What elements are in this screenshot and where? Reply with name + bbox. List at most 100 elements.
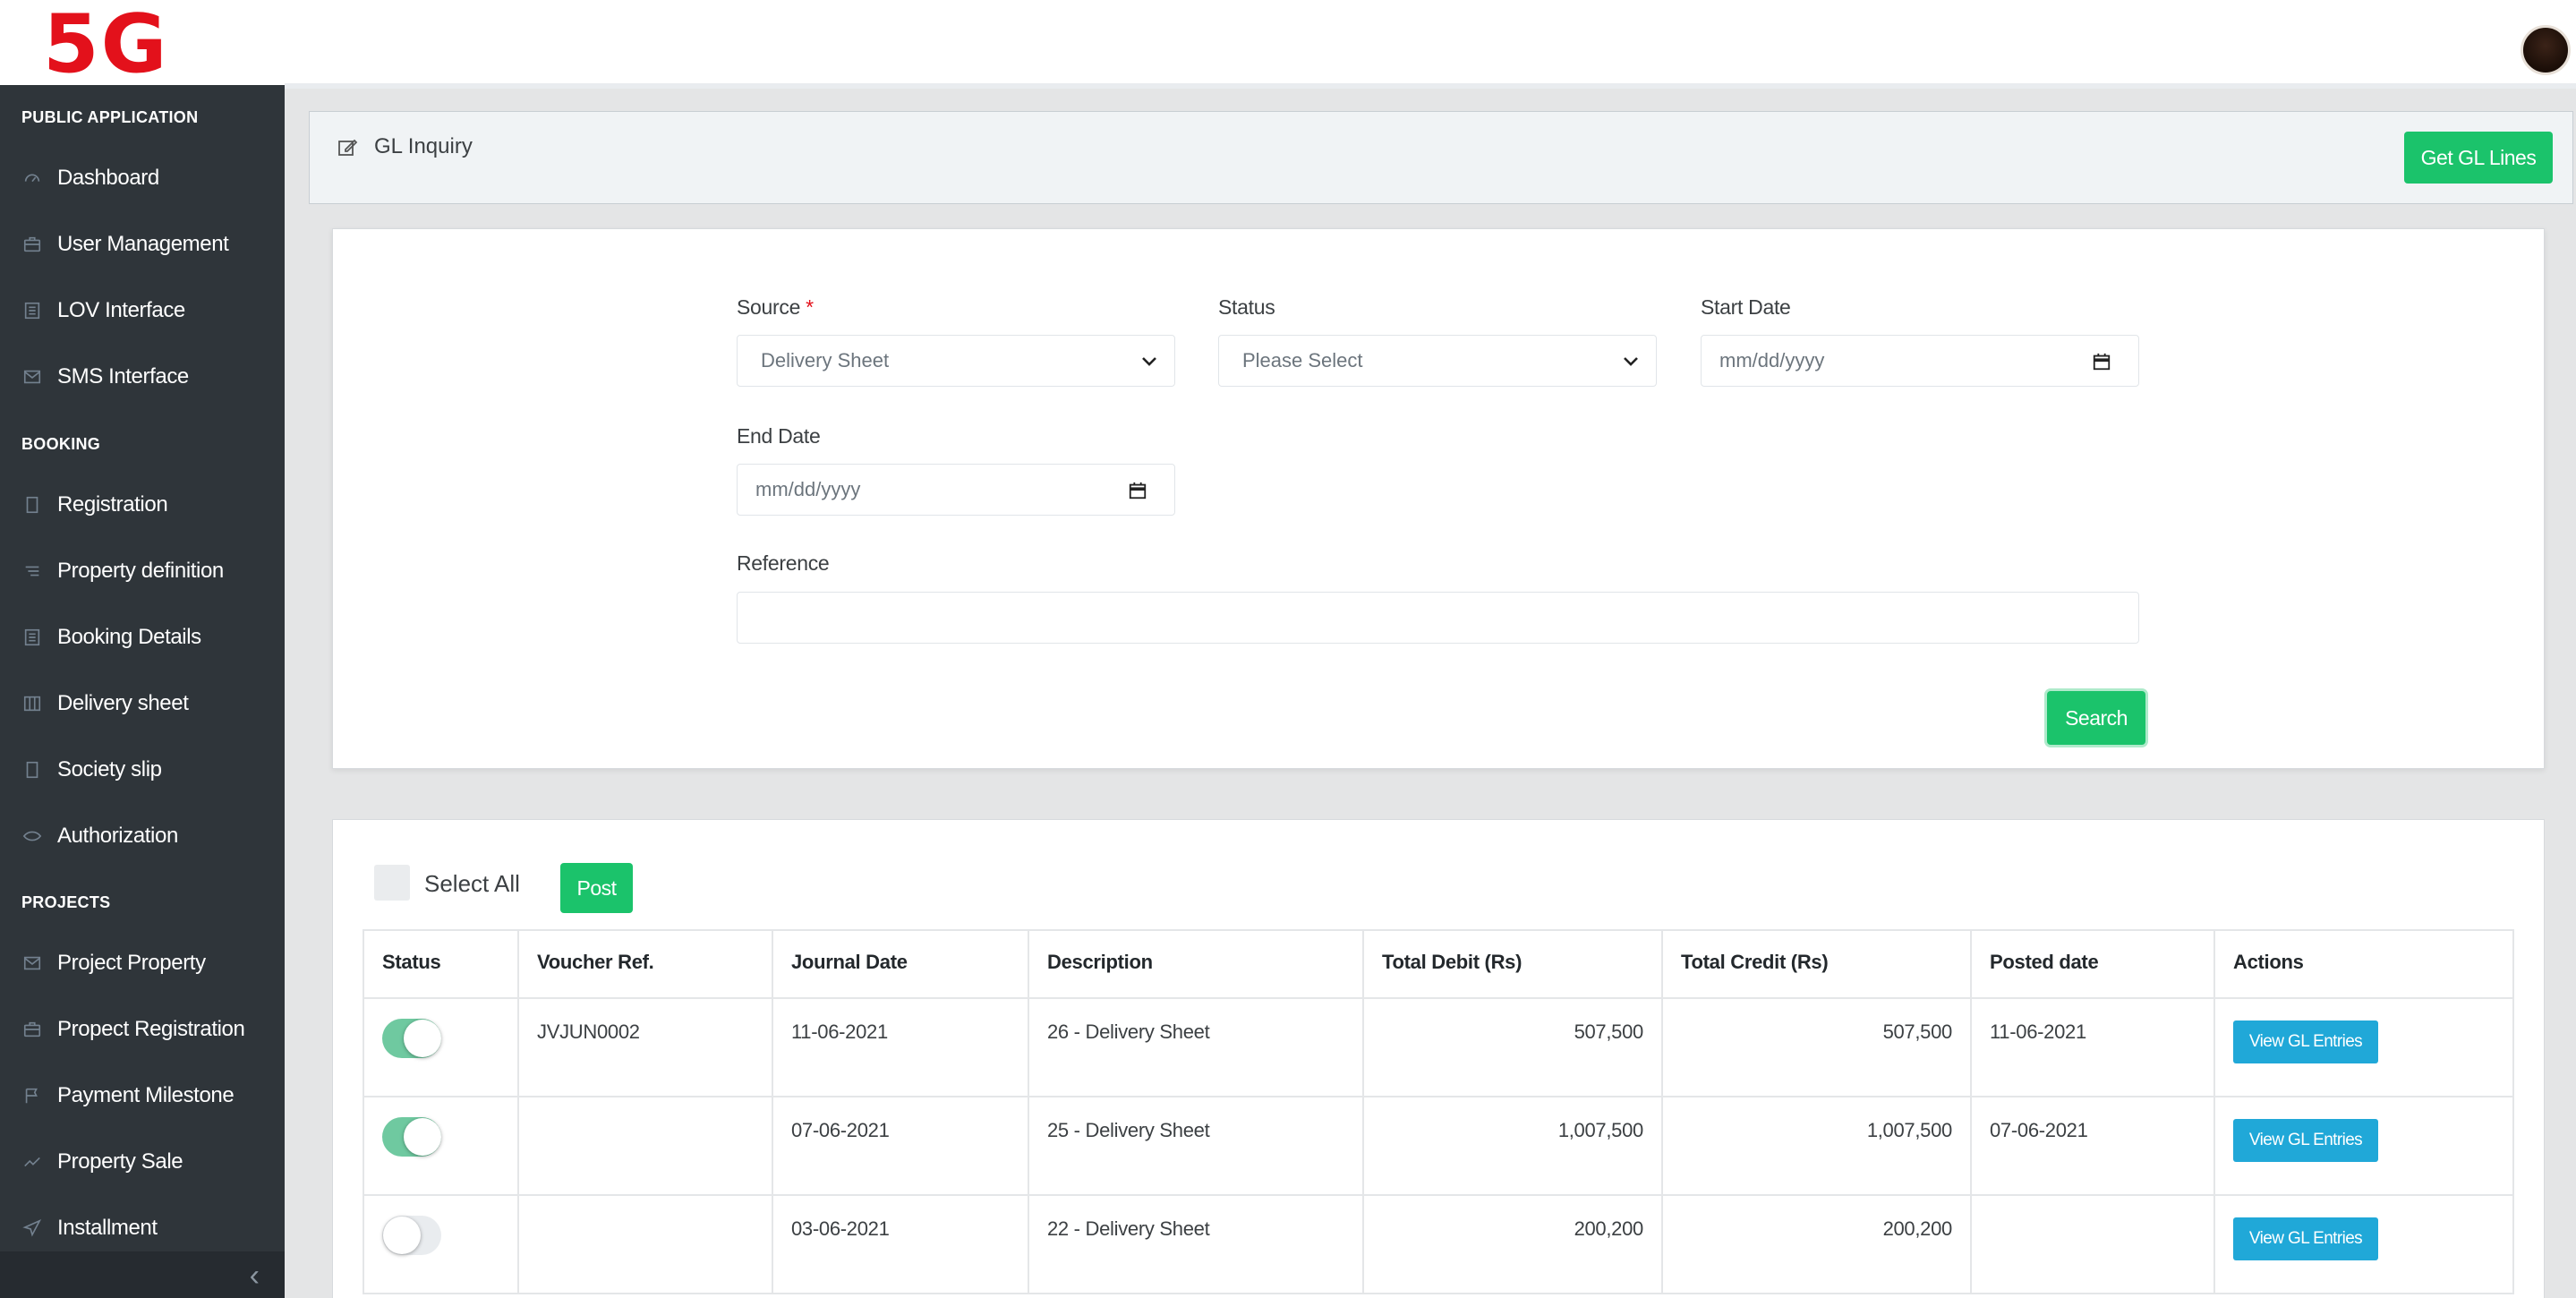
speedometer-icon <box>21 167 43 189</box>
column-header-journal-date[interactable]: Journal Date <box>772 929 1029 999</box>
envelope-icon <box>21 952 43 974</box>
column-header-voucher-ref[interactable]: Voucher Ref. <box>517 929 773 999</box>
sidebar-section-booking: BOOKING <box>21 435 101 453</box>
top-navbar: 5G <box>0 0 2576 88</box>
view-gl-entries-button[interactable]: View GL Entries <box>2233 1217 2378 1260</box>
chevron-down-icon <box>1624 357 1638 366</box>
sidebar-item-dashboard[interactable]: Dashboard <box>0 151 285 205</box>
search-button[interactable]: Search <box>2047 691 2145 745</box>
post-button[interactable]: Post <box>560 863 633 913</box>
end-date-placeholder: mm/dd/yyyy <box>755 478 861 500</box>
get-gl-lines-button[interactable]: Get GL Lines <box>2404 132 2553 184</box>
column-header-posted-date[interactable]: Posted date <box>1970 929 2215 999</box>
select-all-checkbox[interactable] <box>374 865 410 901</box>
sidebar-item-booking-details[interactable]: Booking Details <box>0 611 285 664</box>
sidebar-item-property-sale[interactable]: Property Sale <box>0 1135 285 1189</box>
sidebar-item-society-slip[interactable]: Society slip <box>0 743 285 797</box>
total-credit-cell: 200,200 <box>1661 1194 1972 1294</box>
table-row: 07-06-2021 25 - Delivery Sheet 1,007,500… <box>363 1096 2514 1196</box>
required-mark: * <box>806 295 814 319</box>
start-date-input[interactable]: mm/dd/yyyy <box>1701 335 2139 387</box>
posted-date-cell: 07-06-2021 <box>1970 1096 2215 1196</box>
column-header-total-debit[interactable]: Total Debit (Rs) <box>1362 929 1663 999</box>
reference-label: Reference <box>737 551 830 575</box>
sidebar-item-label: User Management <box>57 232 229 256</box>
column-header-description[interactable]: Description <box>1028 929 1364 999</box>
sidebar-item-label: Society slip <box>57 757 162 781</box>
page-title: GL Inquiry <box>374 134 473 158</box>
view-gl-entries-button[interactable]: View GL Entries <box>2233 1020 2378 1063</box>
voucher-ref-cell <box>517 1194 773 1294</box>
toggle-knob <box>383 1217 421 1254</box>
table-row: 03-06-2021 22 - Delivery Sheet 200,200 2… <box>363 1194 2514 1294</box>
columns-icon <box>21 693 43 714</box>
end-date-label: End Date <box>737 424 821 448</box>
sidebar-section-projects: PROJECTS <box>21 893 111 911</box>
edit-icon <box>337 137 358 158</box>
end-date-input[interactable]: mm/dd/yyyy <box>737 464 1175 516</box>
total-credit-cell: 507,500 <box>1661 997 1972 1097</box>
view-gl-entries-button[interactable]: View GL Entries <box>2233 1119 2378 1162</box>
sidebar-minimize-chevron-icon[interactable]: ‹ <box>250 1260 260 1291</box>
sidebar-item-delivery-sheet[interactable]: Delivery sheet <box>0 677 285 730</box>
status-toggle[interactable] <box>382 1216 441 1255</box>
list-icon <box>21 627 43 648</box>
source-label: Source * <box>737 295 814 320</box>
posted-date-cell <box>1970 1194 2215 1294</box>
status-label: Status <box>1218 295 1275 319</box>
actions-cell: View GL Entries <box>2213 997 2514 1097</box>
journal-date-cell: 11-06-2021 <box>772 997 1029 1097</box>
sidebar-item-authorization[interactable]: Authorization <box>0 809 285 863</box>
status-select[interactable]: Please Select <box>1218 335 1657 387</box>
column-header-total-credit[interactable]: Total Credit (Rs) <box>1661 929 1972 999</box>
sidebar-item-propect-registration[interactable]: Propect Registration <box>0 1003 285 1056</box>
sidebar-item-property-definition[interactable]: Property definition <box>0 544 285 598</box>
start-date-placeholder: mm/dd/yyyy <box>1719 349 1825 371</box>
sidebar-item-registration[interactable]: Registration <box>0 478 285 532</box>
description-cell: 22 - Delivery Sheet <box>1028 1194 1364 1294</box>
sidebar-section-public-application: PUBLIC APPLICATION <box>21 108 199 126</box>
sidebar-item-label: Booking Details <box>57 625 201 649</box>
sidebar-item-installment[interactable]: Installment <box>0 1201 285 1255</box>
status-toggle[interactable] <box>382 1019 441 1058</box>
status-toggle[interactable] <box>382 1117 441 1157</box>
user-avatar[interactable] <box>2521 25 2571 75</box>
status-select-value: Please Select <box>1242 349 1363 371</box>
reference-input[interactable] <box>737 592 2139 644</box>
calendar-icon[interactable] <box>2092 352 2111 371</box>
journal-date-cell: 03-06-2021 <box>772 1194 1029 1294</box>
sidebar-item-label: Registration <box>57 492 168 517</box>
total-debit-cell: 507,500 <box>1362 997 1663 1097</box>
toggle-knob <box>404 1118 441 1156</box>
voucher-ref-cell: JVJUN0002 <box>517 997 773 1097</box>
status-cell <box>363 1096 519 1196</box>
sidebar-item-label: Delivery sheet <box>57 691 189 715</box>
toggle-knob <box>404 1020 441 1057</box>
column-header-status[interactable]: Status <box>363 929 519 999</box>
paper-plane-icon <box>21 1217 43 1239</box>
sidebar-item-user-management[interactable]: User Management <box>0 218 285 271</box>
sidebar-footer: ‹ <box>0 1251 285 1298</box>
briefcase-icon <box>21 234 43 255</box>
posted-date-cell: 11-06-2021 <box>1970 997 2215 1097</box>
source-label-text: Source <box>737 295 801 319</box>
select-all-label: Select All <box>424 870 520 897</box>
calendar-icon[interactable] <box>1128 481 1147 500</box>
status-cell <box>363 1194 519 1294</box>
sidebar-item-sms-interface[interactable]: SMS Interface <box>0 350 285 404</box>
sidebar-item-project-property[interactable]: Project Property <box>0 936 285 990</box>
source-select[interactable]: Delivery Sheet <box>737 335 1175 387</box>
description-cell: 26 - Delivery Sheet <box>1028 997 1364 1097</box>
journal-date-cell: 07-06-2021 <box>772 1096 1029 1196</box>
sidebar-item-label: Property Sale <box>57 1149 183 1174</box>
brand-logo[interactable]: 5G <box>43 2 169 88</box>
eye-icon <box>21 825 43 847</box>
sidebar-item-payment-milestone[interactable]: Payment Milestone <box>0 1069 285 1123</box>
start-date-label: Start Date <box>1701 295 1791 319</box>
sidebar-item-label: Project Property <box>57 951 206 975</box>
source-select-value: Delivery Sheet <box>761 349 890 371</box>
filter-card: Source * Delivery Sheet Status Please Se… <box>332 228 2545 769</box>
list-icon <box>21 300 43 321</box>
sidebar-item-lov-interface[interactable]: LOV Interface <box>0 284 285 337</box>
chevron-down-icon <box>1142 357 1156 366</box>
